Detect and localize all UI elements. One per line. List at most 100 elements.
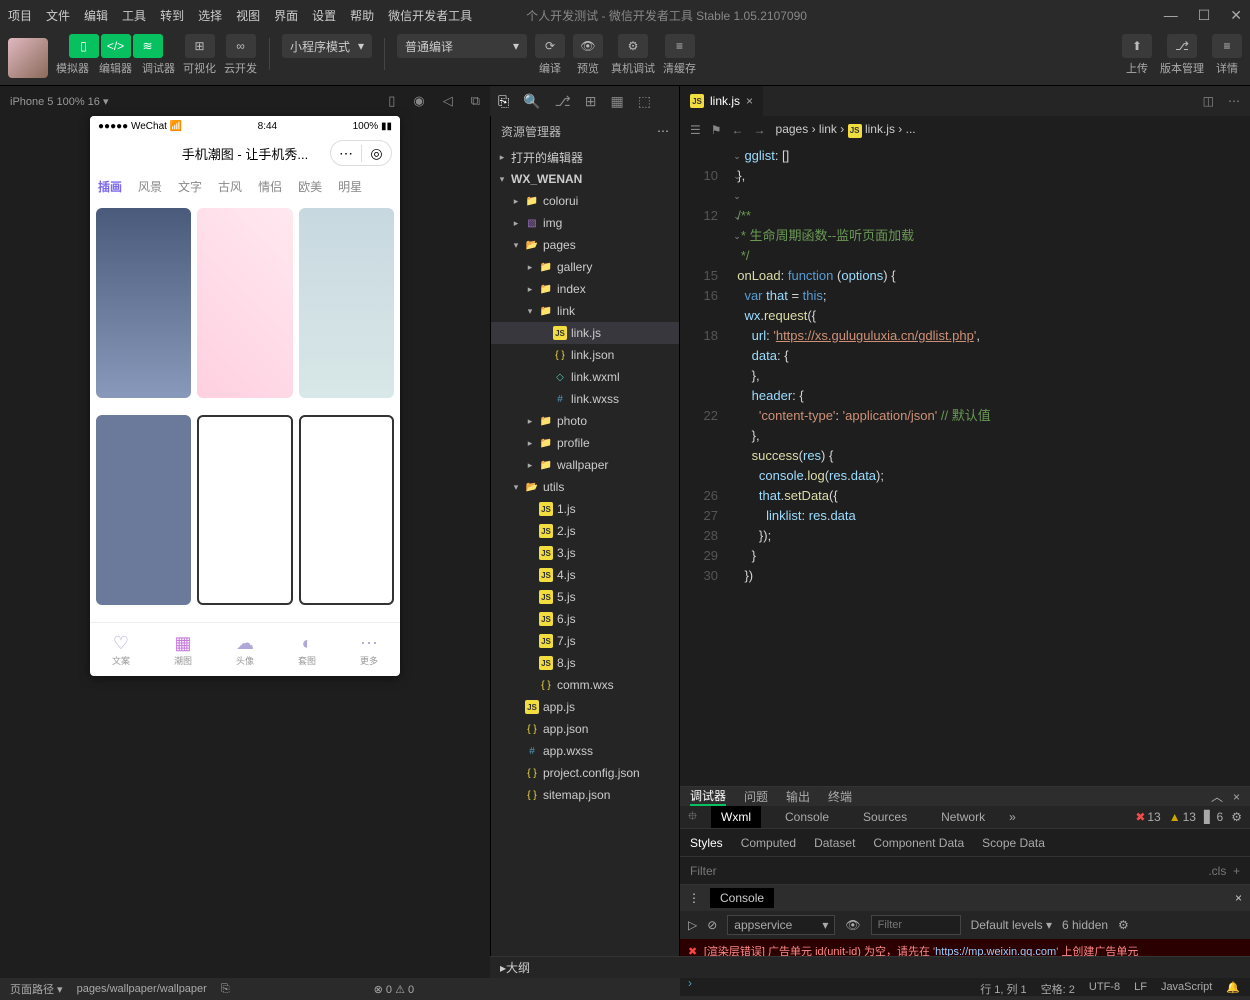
levels-dropdown[interactable]: Default levels ▾: [971, 918, 1052, 932]
device-selector[interactable]: iPhone 5 100% 16 ▾: [10, 95, 109, 108]
wallpaper-card[interactable]: [299, 415, 394, 605]
tree-node[interactable]: ▾📂utils: [491, 476, 679, 498]
menu-item[interactable]: 微信开发者工具: [388, 7, 472, 24]
category-tab[interactable]: 欧美: [298, 178, 322, 195]
encoding[interactable]: UTF-8: [1089, 981, 1120, 997]
compile-button[interactable]: ⟳: [535, 34, 565, 58]
ext-icon[interactable]: ⊞: [585, 93, 597, 110]
console-settings-icon[interactable]: ⚙: [1118, 918, 1129, 932]
componentdata-tab[interactable]: Component Data: [873, 836, 964, 850]
tree-node[interactable]: ▸打开的编辑器: [491, 146, 679, 168]
record-icon[interactable]: ◉: [413, 93, 424, 109]
category-tab[interactable]: 情侣: [258, 178, 282, 195]
terminal-tab[interactable]: 终端: [828, 788, 852, 805]
category-tab[interactable]: 文字: [178, 178, 202, 195]
category-tab[interactable]: 插画: [98, 178, 122, 195]
visual-button[interactable]: ⊞: [185, 34, 215, 58]
back-icon[interactable]: ←: [732, 123, 744, 137]
wallpaper-card[interactable]: [197, 208, 292, 398]
close-panel-icon[interactable]: ×: [1233, 790, 1240, 804]
close-drawer-icon[interactable]: ×: [1235, 891, 1242, 905]
tree-node[interactable]: JS7.js: [491, 630, 679, 652]
tree-node[interactable]: ▾WX_WENAN: [491, 168, 679, 190]
compile-dropdown[interactable]: 普通编译▾: [397, 34, 527, 58]
bottom-nav-item[interactable]: ☁头像: [214, 623, 276, 676]
debugger-tab[interactable]: 调试器: [690, 787, 726, 806]
tree-node[interactable]: ▾📂pages: [491, 234, 679, 256]
indent-setting[interactable]: 空格: 2: [1041, 981, 1075, 997]
tree-node[interactable]: { }link.json: [491, 344, 679, 366]
tree-node[interactable]: JS1.js: [491, 498, 679, 520]
dataset-tab[interactable]: Dataset: [814, 836, 855, 850]
simulator-button[interactable]: ▯: [69, 34, 99, 58]
avatar[interactable]: [8, 38, 48, 78]
wallpaper-card[interactable]: [96, 208, 191, 398]
tree-node[interactable]: JS6.js: [491, 608, 679, 630]
clone-icon[interactable]: ⧉: [471, 93, 480, 109]
page-path-label[interactable]: 页面路径 ▾: [10, 981, 63, 997]
version-button[interactable]: ⎇: [1167, 34, 1197, 58]
tree-node[interactable]: ▸📁profile: [491, 432, 679, 454]
close-icon[interactable]: ✕: [1230, 7, 1242, 24]
menu-item[interactable]: 界面: [274, 7, 298, 24]
settings-icon[interactable]: ⚙: [1231, 810, 1242, 824]
context-selector[interactable]: appservice▾: [727, 915, 835, 935]
ext2-icon[interactable]: ▦: [611, 93, 624, 110]
mode-dropdown[interactable]: 小程序模式▾: [282, 34, 372, 58]
editor-button[interactable]: </>: [101, 34, 131, 58]
mute-icon[interactable]: ◁: [443, 93, 453, 109]
close-tab-icon[interactable]: ×: [746, 94, 753, 108]
notification-icon[interactable]: 🔔: [1226, 981, 1240, 997]
bottom-nav-item[interactable]: ▦潮图: [152, 623, 214, 676]
styles-filter[interactable]: Filter: [690, 864, 717, 878]
minimize-icon[interactable]: —: [1164, 7, 1178, 24]
hidden-count[interactable]: 6 hidden: [1062, 918, 1108, 932]
menu-item[interactable]: 项目: [8, 7, 32, 24]
branch-icon[interactable]: ⎇: [555, 93, 571, 110]
upload-button[interactable]: ⬆: [1122, 34, 1152, 58]
tree-node[interactable]: ▸📁photo: [491, 410, 679, 432]
menu-item[interactable]: 设置: [312, 7, 336, 24]
console-drawer-tab[interactable]: Console: [710, 888, 774, 908]
tree-node[interactable]: ◇link.wxml: [491, 366, 679, 388]
category-tab[interactable]: 古风: [218, 178, 242, 195]
tree-node[interactable]: JSlink.js: [491, 322, 679, 344]
error-count[interactable]: 13: [1135, 810, 1160, 824]
tree-node[interactable]: JS5.js: [491, 586, 679, 608]
capsule-close-icon[interactable]: ◎: [361, 145, 391, 162]
tree-node[interactable]: ▸📁colorui: [491, 190, 679, 212]
console-play-icon[interactable]: ▷: [688, 918, 697, 932]
explorer-icon[interactable]: ⎘: [498, 93, 509, 110]
tree-node[interactable]: ▸📁index: [491, 278, 679, 300]
editor-tab[interactable]: JS link.js ×: [680, 86, 763, 116]
cloud-button[interactable]: ∞: [226, 34, 256, 58]
tree-node[interactable]: JS3.js: [491, 542, 679, 564]
tree-node[interactable]: { }app.json: [491, 718, 679, 740]
wxml-tab[interactable]: Wxml: [711, 806, 761, 828]
menu-item[interactable]: 视图: [236, 7, 260, 24]
language-mode[interactable]: JavaScript: [1161, 981, 1212, 997]
device-icon[interactable]: ▯: [388, 93, 395, 109]
explorer-more-icon[interactable]: ⋯: [657, 124, 669, 138]
tree-node[interactable]: JS2.js: [491, 520, 679, 542]
bottom-nav-item[interactable]: ◐套图: [276, 623, 338, 676]
tree-node[interactable]: JSapp.js: [491, 696, 679, 718]
copy-path-icon[interactable]: ⎘: [221, 983, 230, 996]
more-icon[interactable]: ⋯: [1228, 94, 1240, 108]
menu-item[interactable]: 帮助: [350, 7, 374, 24]
menu-item[interactable]: 转到: [160, 7, 184, 24]
clear-cache-button[interactable]: ≡: [665, 34, 695, 58]
tree-node[interactable]: { }sitemap.json: [491, 784, 679, 806]
wallpaper-card[interactable]: [299, 208, 394, 398]
console-drawer-icon[interactable]: ⋮: [688, 891, 700, 905]
breadcrumb[interactable]: pages › link › JS link.js › ...: [776, 122, 916, 138]
remote-debug-button[interactable]: ⚙: [618, 34, 648, 58]
console-tab[interactable]: Console: [775, 806, 839, 828]
category-tab[interactable]: 明星: [338, 178, 362, 195]
tree-node[interactable]: #link.wxss: [491, 388, 679, 410]
search-icon[interactable]: 🔍: [523, 93, 540, 110]
phone-preview[interactable]: ●●●●● WeChat 📶 8:44 100% ▮▮ 手机潮图 - 让手机秀.…: [90, 116, 400, 676]
tree-node[interactable]: { }project.config.json: [491, 762, 679, 784]
eye-icon[interactable]: 👁: [845, 918, 860, 932]
code-area[interactable]: 10 12 1516 18 22 2627282930 ⌄⌄⌄⌄⌄ gglist…: [680, 144, 1250, 786]
